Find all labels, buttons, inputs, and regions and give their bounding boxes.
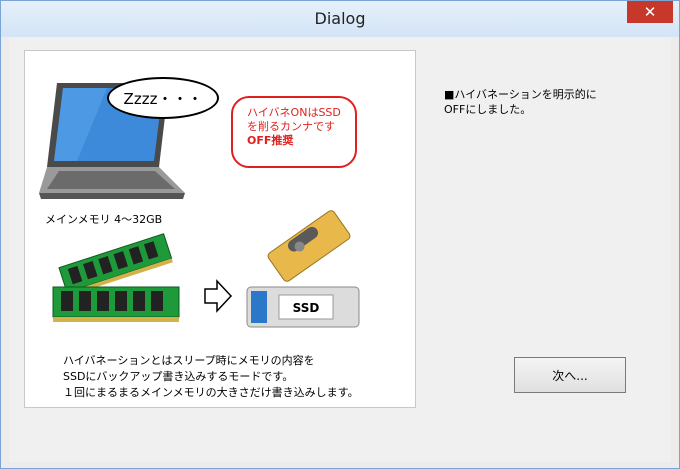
warning-callout: ハイバネONはSSD を削るカンナです OFF推奨 [231,96,357,168]
dialog-content: Zzzz・・・ メインメモリ 4～32GB ハイバネONはSSD を削るカンナで… [9,37,671,462]
next-button[interactable]: 次へ... [514,357,626,393]
description-line: １回にまるまるメインメモリの大きさだけ書き込みします。 [63,386,359,399]
warning-line: を削るカンナです [247,120,335,133]
status-message-line: OFFにしました。 [444,103,532,116]
close-icon: ✕ [643,3,657,21]
title-bar: Dialog ✕ [1,1,679,37]
warning-line: OFF推奨 [247,134,294,147]
status-message-line: ■ハイバネーションを明示的に [444,88,597,101]
description-line: SSDにバックアップ書き込みするモードです。 [63,370,294,383]
ssd-plane-icon: SSD [246,210,360,328]
status-message: ■ハイバネーションを明示的に OFFにしました。 [444,87,597,117]
memory-module-icon [52,233,180,322]
description: ハイバネーションとはスリープ時にメモリの内容を SSDにバックアップ書き込みする… [63,353,359,401]
hibernation-illustration: Zzzz・・・ メインメモリ 4～32GB ハイバネONはSSD を削るカンナで… [24,50,416,408]
memory-caption: メインメモリ 4～32GB [45,213,163,226]
window-title: Dialog [314,9,366,28]
close-button[interactable]: ✕ [627,1,673,23]
arrow-right-icon [204,279,233,313]
sleep-bubble: Zzzz・・・ [107,77,219,119]
dialog-window: Dialog ✕ Zzzz・・・ メインメモリ 4～32GB ハイバネONはSS… [0,0,680,469]
ssd-label: SSD [293,301,320,315]
description-line: ハイバネーションとはスリープ時にメモリの内容を [63,354,315,367]
warning-line: ハイバネONはSSD [247,106,341,119]
